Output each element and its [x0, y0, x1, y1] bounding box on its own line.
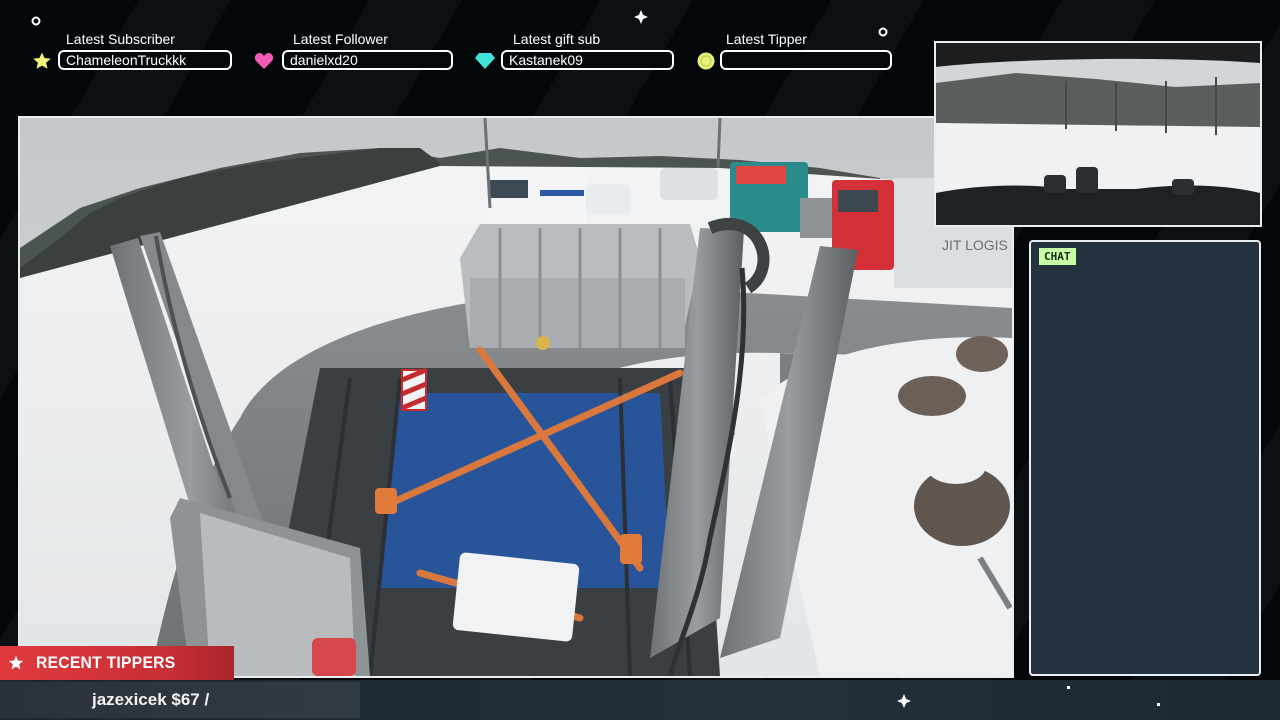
latest-subscriber-title: Latest Subscriber — [66, 31, 175, 47]
latest-subscriber-value: ChameleonTruckkk — [58, 50, 232, 70]
recent-tippers-label: RECENT TIPPERS — [36, 653, 176, 672]
latest-tipper-title: Latest Tipper — [726, 31, 807, 47]
chat-panel[interactable]: CHAT — [1029, 240, 1261, 676]
recent-tippers-banner: RECENT TIPPERS — [0, 646, 234, 680]
dot-sparkle — [1067, 686, 1070, 689]
dot-sparkle — [1157, 703, 1160, 706]
latest-gift-sub-title: Latest gift sub — [513, 31, 601, 47]
latest-tipper-value — [720, 50, 892, 70]
latest-subscriber-widget: Latest Subscriber ChameleonTruckkk — [32, 30, 237, 74]
star-icon — [8, 655, 24, 670]
latest-gift-sub-value: Kastanek09 — [501, 50, 674, 70]
svg-text:JIT LOGIS: JIT LOGIS — [942, 237, 1008, 253]
latest-follower-title: Latest Follower — [293, 31, 388, 47]
star-icon — [33, 52, 51, 69]
heart-icon — [254, 53, 274, 69]
secondary-camera-feed — [934, 41, 1262, 227]
diamond-sparkle-icon — [897, 694, 911, 708]
latest-follower-value: danielxd20 — [282, 50, 453, 70]
diamond-sparkle-icon — [634, 10, 648, 24]
recent-tippers-text: jazexicek $67 / — [92, 690, 210, 709]
latest-follower-widget: Latest Follower danielxd20 — [254, 30, 459, 74]
diamond-icon — [475, 53, 495, 69]
cab-camera-scene — [936, 43, 1260, 225]
ring-sparkle-icon — [31, 16, 41, 26]
main-camera-feed: JIT LOGIS — [18, 116, 1014, 678]
coin-icon — [697, 52, 715, 70]
chat-label: CHAT — [1039, 248, 1076, 265]
recent-tippers-ticker: jazexicek $67 / — [0, 682, 360, 718]
latest-gift-sub-widget: Latest gift sub Kastanek09 — [475, 30, 680, 74]
latest-tipper-widget: Latest Tipper — [696, 30, 896, 74]
camera-scene: JIT LOGIS — [20, 118, 1012, 676]
